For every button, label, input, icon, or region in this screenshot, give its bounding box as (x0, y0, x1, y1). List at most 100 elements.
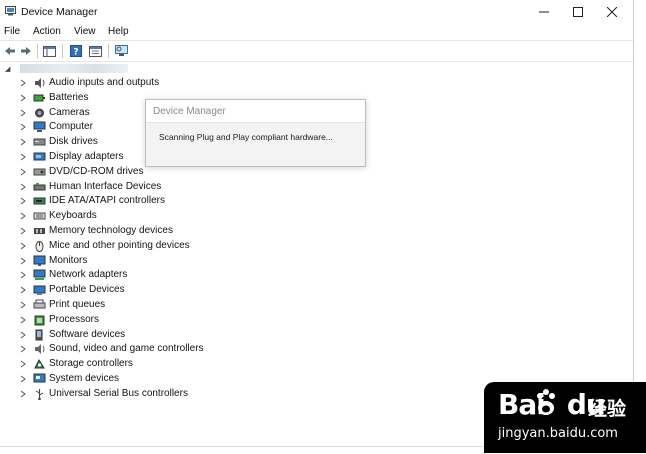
expand-chevron-icon[interactable] (19, 256, 27, 266)
tree-category-label: DVD/CD-ROM drives (49, 165, 144, 177)
dialog-message: Scanning Plug and Play compliant hardwar… (159, 132, 333, 142)
minimize-button[interactable] (527, 0, 561, 24)
toolbar: ? (0, 40, 633, 62)
expand-chevron-icon[interactable] (19, 196, 27, 206)
memory-icon (33, 225, 46, 237)
tree-category-row[interactable]: Portable Devices (0, 283, 634, 298)
sound-controller-icon (33, 343, 46, 355)
display-adapter-icon (33, 151, 46, 163)
baidu-paw-icon (537, 389, 555, 415)
menu-view[interactable]: View (74, 26, 96, 37)
expand-chevron-icon[interactable] (19, 93, 27, 103)
tree-category-row[interactable]: Monitors (0, 254, 634, 269)
menu-action[interactable]: Action (33, 26, 61, 37)
back-arrow-icon (4, 47, 15, 55)
help-button[interactable]: ? (68, 44, 83, 58)
computer-name-redacted (20, 64, 128, 73)
tree-category-label: Cameras (49, 106, 90, 118)
dialog-title-bar[interactable]: Device Manager (146, 100, 365, 123)
scanning-dialog: Device Manager Scanning Plug and Play co… (145, 99, 366, 167)
tree-category-row[interactable]: Memory technology devices (0, 224, 634, 239)
tree-category-label: Disk drives (49, 136, 98, 148)
expand-chevron-icon[interactable] (19, 359, 27, 369)
expand-chevron-icon[interactable] (19, 122, 27, 132)
watermark-chinese-text: 经验 (588, 399, 627, 420)
maximize-button[interactable] (561, 0, 595, 24)
expand-chevron-icon[interactable] (19, 167, 27, 177)
expand-chevron-icon[interactable] (19, 374, 27, 384)
expand-chevron-icon[interactable] (19, 108, 27, 118)
expand-chevron-icon[interactable] (19, 241, 27, 251)
tree-category-row[interactable]: Storage controllers (0, 357, 634, 372)
expand-chevron-icon[interactable] (19, 344, 27, 354)
tree-category-row[interactable]: Audio inputs and outputs (0, 76, 634, 91)
disk-drive-icon (33, 136, 46, 148)
tree-category-label: Computer (49, 121, 93, 133)
usb-icon (33, 388, 46, 400)
tree-category-row[interactable]: Network adapters (0, 268, 634, 283)
menu-help[interactable]: Help (108, 26, 129, 37)
tree-category-label: Sound, video and game controllers (49, 343, 204, 355)
expand-chevron-icon[interactable] (19, 270, 27, 280)
tree-category-row[interactable]: Sound, video and game controllers (0, 342, 634, 357)
tree-category-label: Human Interface Devices (49, 180, 162, 192)
tree-category-label: Batteries (49, 91, 89, 103)
tree-category-row[interactable]: DVD/CD-ROM drives (0, 165, 634, 180)
tree-category-row[interactable]: IDE ATA/ATAPI controllers (0, 194, 634, 209)
dvd-drive-icon (33, 166, 46, 178)
back-button[interactable] (2, 44, 17, 58)
software-device-icon (33, 329, 46, 341)
tree-category-row[interactable]: Software devices (0, 328, 634, 343)
portable-device-icon (33, 284, 46, 296)
network-adapter-icon (33, 269, 46, 281)
tree-category-label: System devices (49, 372, 120, 384)
monitor-icon (33, 255, 46, 267)
printer-icon (33, 299, 46, 311)
properties-icon (89, 45, 102, 57)
expand-chevron-icon[interactable] (19, 285, 27, 295)
menu-file[interactable]: File (4, 26, 20, 37)
help-icon: ? (69, 45, 82, 57)
tree-category-label: Print queues (49, 298, 106, 310)
expand-chevron-icon[interactable] (19, 389, 27, 399)
tree-category-label: Software devices (49, 328, 126, 340)
expand-chevron-icon[interactable] (19, 315, 27, 325)
tree-category-label: Universal Serial Bus controllers (49, 387, 188, 399)
toolbar-separator (62, 44, 63, 58)
system-device-icon (33, 373, 46, 385)
tree-category-row[interactable]: Mice and other pointing devices (0, 239, 634, 254)
expand-chevron-icon[interactable] (19, 152, 27, 162)
show-hide-console-tree-button[interactable] (42, 44, 57, 58)
expand-chevron-icon[interactable] (19, 226, 27, 236)
device-manager-app-icon (5, 6, 16, 16)
forward-button[interactable] (18, 44, 33, 58)
expand-chevron-icon[interactable] (19, 137, 27, 147)
close-icon (607, 7, 617, 17)
toolbar-separator (37, 44, 38, 58)
expand-chevron-icon[interactable] (19, 182, 27, 192)
properties-button[interactable] (88, 44, 103, 58)
tree-category-row[interactable]: Processors (0, 313, 634, 328)
expand-chevron-icon[interactable] (19, 300, 27, 310)
watermark-url: jingyan.baidu.com (498, 426, 618, 441)
title-bar[interactable]: Device Manager (0, 0, 633, 24)
expand-chevron-icon[interactable] (19, 78, 27, 88)
scan-hardware-changes-button[interactable] (114, 44, 129, 58)
tree-category-row[interactable]: Print queues (0, 298, 634, 313)
tree-category-row[interactable]: Human Interface Devices (0, 180, 634, 195)
expand-chevron-icon[interactable] (19, 330, 27, 340)
minimize-icon (539, 11, 549, 13)
collapse-caret-icon[interactable]: ◢ (5, 65, 10, 73)
close-button[interactable] (595, 0, 629, 24)
forward-arrow-icon (20, 47, 31, 55)
tree-root-computer[interactable]: ◢ (0, 62, 634, 76)
tree-category-label: Storage controllers (49, 358, 133, 370)
tree-category-row[interactable]: Keyboards (0, 209, 634, 224)
tree-category-label: Portable Devices (49, 284, 125, 296)
expand-chevron-icon[interactable] (19, 211, 27, 221)
ide-controller-icon (33, 195, 46, 207)
window-title: Device Manager (21, 6, 98, 18)
tree-category-label: Processors (49, 313, 100, 325)
battery-icon (33, 92, 46, 104)
tree-category-label: Network adapters (49, 269, 128, 281)
